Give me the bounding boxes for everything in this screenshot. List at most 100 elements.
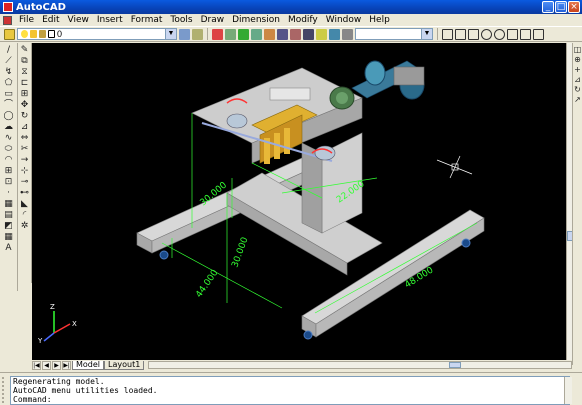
multiline-text-icon[interactable]: A (3, 243, 15, 253)
shade-icon[interactable] (251, 28, 262, 40)
menu-dimension[interactable]: Dimension (228, 14, 284, 26)
polygon-icon[interactable]: ⬠ (3, 78, 15, 88)
aligned-dimension-icon[interactable] (455, 28, 466, 40)
radius-dimension-icon[interactable] (481, 28, 492, 40)
layer-previous-icon[interactable] (192, 28, 203, 40)
extend-icon[interactable]: → (19, 155, 31, 165)
scale-icon[interactable]: ⊿ (19, 122, 31, 132)
menu-edit[interactable]: Edit (38, 14, 63, 26)
menu-view[interactable]: View (64, 14, 93, 26)
caster-wheel (303, 330, 313, 340)
gradient-icon[interactable]: ▤ (3, 210, 15, 220)
chamfer-icon[interactable]: ◣ (19, 199, 31, 209)
materials-icon[interactable] (329, 28, 340, 40)
hatch-icon[interactable]: ▦ (3, 199, 15, 209)
previous-tab-button[interactable]: ◀ (42, 360, 51, 370)
continue-dimension-icon[interactable] (533, 28, 544, 40)
rotate-icon[interactable]: ↻ (19, 111, 31, 121)
join-icon[interactable]: ⊷ (19, 188, 31, 198)
zoom-realtime-icon[interactable] (212, 28, 223, 40)
linear-dimension-icon[interactable] (442, 28, 453, 40)
make-block-icon[interactable]: ⊡ (3, 177, 15, 187)
stretch-icon[interactable]: ⇔ (19, 133, 31, 143)
revision-cloud-icon[interactable]: ☁ (3, 122, 15, 132)
hide-icon[interactable] (290, 28, 301, 40)
circle-icon[interactable]: ◯ (3, 111, 15, 121)
tab-layout1[interactable]: Layout1 (104, 360, 145, 370)
ordinate-dimension-icon[interactable] (468, 28, 479, 40)
menu-tools[interactable]: Tools (166, 14, 196, 26)
document-icon[interactable] (3, 15, 12, 25)
line-icon[interactable]: / (3, 45, 15, 55)
offset-icon[interactable]: ⊏ (19, 78, 31, 88)
leader-icon[interactable]: ↗ (573, 95, 582, 104)
spline-icon[interactable]: ∿ (3, 133, 15, 143)
tolerance-icon[interactable]: ⊕ (573, 55, 582, 64)
camera-icon[interactable] (303, 28, 314, 40)
array-icon[interactable]: ⊞ (19, 89, 31, 99)
pan-icon[interactable] (225, 28, 236, 40)
grip-handle[interactable] (2, 377, 7, 403)
erase-icon[interactable]: ✎ (19, 45, 31, 55)
minimize-button[interactable]: _ (542, 1, 554, 13)
tab-model[interactable]: Model (72, 360, 105, 370)
mirror-icon[interactable]: ⧖ (19, 67, 31, 77)
style-dropdown[interactable]: ▼ (355, 28, 433, 40)
rectangle-icon[interactable]: ▭ (3, 89, 15, 99)
insert-block-icon[interactable]: ⊞ (3, 166, 15, 176)
light-icon[interactable] (316, 28, 327, 40)
model-space-icon[interactable] (342, 28, 353, 40)
menu-draw[interactable]: Draw (197, 14, 229, 26)
next-tab-button[interactable]: ▶ (52, 360, 61, 370)
layer-properties-icon[interactable] (4, 28, 15, 40)
menu-insert[interactable]: Insert (93, 14, 127, 26)
center-mark-icon[interactable]: + (573, 65, 582, 74)
dimension-style-icon[interactable]: ◫ (573, 45, 582, 54)
point-icon[interactable]: · (3, 188, 15, 198)
explode-icon[interactable]: ✲ (19, 221, 31, 231)
first-tab-button[interactable]: |◀ (32, 360, 41, 370)
scroll-thumb[interactable] (449, 362, 462, 368)
command-prompt[interactable]: Command: (13, 395, 569, 404)
model-space-viewport[interactable]: 30.000 22.000 30.000 44.000 48.000 X Z Y (32, 43, 566, 360)
chevron-down-icon[interactable]: ▼ (421, 29, 432, 39)
polyline-icon[interactable]: ↯ (3, 67, 15, 77)
autocad-app-icon[interactable] (3, 2, 13, 12)
layer-dropdown[interactable]: 0 ▼ (17, 28, 177, 40)
make-object-layer-current-icon[interactable] (179, 28, 190, 40)
update-icon[interactable]: ↻ (573, 85, 582, 94)
angular-dimension-icon[interactable] (507, 28, 518, 40)
menu-format[interactable]: Format (127, 14, 167, 26)
menu-help[interactable]: Help (365, 14, 394, 26)
ellipse-icon[interactable]: ⬭ (3, 144, 15, 154)
command-scrollbar[interactable] (564, 377, 572, 404)
menu-window[interactable]: Window (322, 14, 366, 26)
construction-line-icon[interactable]: ⟋ (3, 56, 15, 66)
orbit-icon[interactable] (238, 28, 249, 40)
last-tab-button[interactable]: ▶| (62, 360, 71, 370)
render-icon[interactable] (264, 28, 275, 40)
copy-icon[interactable]: ⧉ (19, 56, 31, 66)
maximize-button[interactable]: □ (555, 1, 567, 13)
ellipse-arc-icon[interactable]: ◠ (3, 155, 15, 165)
trim-icon[interactable]: ✂ (19, 144, 31, 154)
chevron-down-icon[interactable]: ▼ (165, 29, 176, 39)
horizontal-scrollbar[interactable] (148, 361, 572, 369)
diameter-dimension-icon[interactable] (494, 28, 505, 40)
viewport-icon[interactable] (277, 28, 288, 40)
fillet-icon[interactable]: ◜ (19, 210, 31, 220)
command-history[interactable]: Regenerating model. AutoCAD menu utiliti… (10, 376, 570, 405)
table-icon[interactable]: ▦ (3, 232, 15, 242)
arc-icon[interactable]: ⌒ (3, 100, 15, 110)
break-at-point-icon[interactable]: ⊹ (19, 166, 31, 176)
break-icon[interactable]: ⊸ (19, 177, 31, 187)
quick-dimension-icon[interactable] (520, 28, 531, 40)
toolbar-separator (437, 28, 438, 40)
modify-toolbar: ✎ ⧉ ⧖ ⊏ ⊞ ✥ ↻ ⊿ ⇔ ✂ → ⊹ ⊸ ⊷ ◣ ◜ ✲ (18, 43, 32, 283)
move-icon[interactable]: ✥ (19, 100, 31, 110)
region-icon[interactable]: ◩ (3, 221, 15, 231)
menu-modify[interactable]: Modify (284, 14, 322, 26)
menu-file[interactable]: File (15, 14, 38, 26)
close-button[interactable]: × (568, 1, 580, 13)
dimension-edit-icon[interactable]: ⊿ (573, 75, 582, 84)
